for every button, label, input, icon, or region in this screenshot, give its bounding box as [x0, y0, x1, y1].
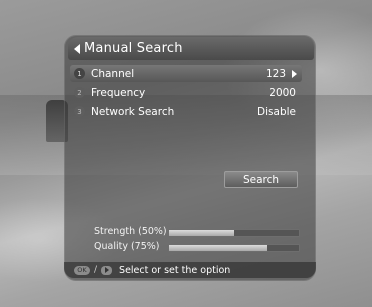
frequency-value: 2000	[269, 86, 296, 99]
strength-label: Strength (50%)	[94, 226, 167, 237]
key-separator: /	[94, 265, 98, 275]
help-footer: OK / Select or set the option	[64, 262, 316, 278]
row-label: Frequency	[91, 86, 146, 99]
back-arrow-icon[interactable]	[74, 43, 80, 54]
quality-label: Quality (75%)	[94, 241, 160, 252]
row-frequency[interactable]: 2 Frequency 2000	[70, 84, 302, 101]
search-button[interactable]: Search	[224, 171, 298, 188]
row-channel[interactable]: 1 Channel 123	[70, 65, 302, 82]
row-number-badge: 3	[74, 106, 85, 117]
row-number-badge: 1	[74, 68, 85, 79]
row-label: Channel	[91, 67, 135, 80]
network-search-value: Disable	[257, 105, 296, 118]
ok-key-icon: OK	[74, 265, 90, 275]
quality-meter-fill	[169, 245, 267, 251]
row-network-search[interactable]: 3 Network Search Disable	[70, 103, 302, 120]
title-bar: Manual Search	[68, 37, 314, 60]
row-label: Network Search	[91, 105, 175, 118]
help-hint: Select or set the option	[119, 264, 231, 276]
quality-meter	[168, 244, 300, 252]
right-arrow-icon[interactable]	[292, 69, 297, 78]
channel-value: 123	[265, 67, 286, 80]
page-title: Manual Search	[84, 41, 183, 56]
strength-meter	[168, 229, 300, 237]
strength-meter-fill	[169, 230, 234, 236]
right-key-icon	[101, 265, 113, 275]
row-number-badge: 2	[74, 87, 85, 98]
